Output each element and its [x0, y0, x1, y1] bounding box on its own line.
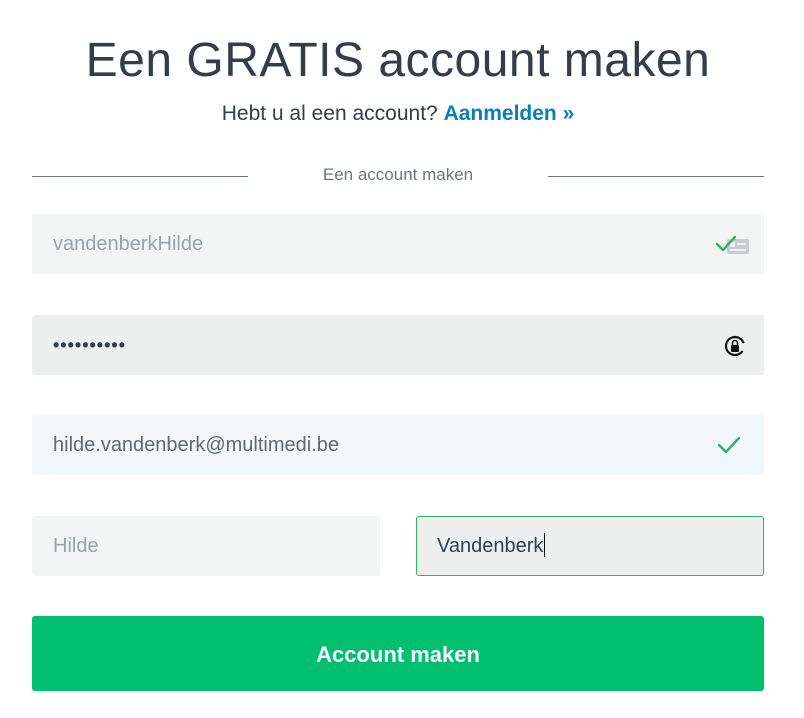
first-name-value: Hilde — [53, 535, 99, 557]
username-value: vandenberkHilde — [53, 233, 204, 255]
password-field[interactable]: •••••••••• — [32, 315, 764, 375]
divider-line-right — [548, 176, 764, 177]
last-name-value: Vandenberk — [437, 517, 546, 575]
email-field[interactable]: hilde.vandenberk@multimedi.be — [32, 415, 764, 475]
create-account-button[interactable]: Account maken — [32, 616, 764, 691]
email-value: hilde.vandenberk@multimedi.be — [53, 434, 340, 456]
text-caret — [544, 532, 546, 557]
check-icon — [717, 436, 741, 454]
lock-icon[interactable] — [723, 334, 747, 358]
last-name-field[interactable]: Vandenberk — [416, 516, 764, 576]
last-name-text: Vandenberk — [437, 535, 544, 557]
first-name-field[interactable]: Hilde — [32, 516, 380, 576]
section-divider: Een account maken — [32, 163, 764, 187]
password-value: •••••••••• — [53, 335, 127, 355]
divider-label: Een account maken — [322, 165, 474, 184]
page-title: Een GRATIS account maken — [85, 34, 711, 87]
login-prompt-text: Hebt u al een account? — [221, 102, 438, 125]
login-prompt: Hebt u al een account? Aanmelden » — [0, 100, 796, 128]
username-field[interactable]: vandenberkHilde — [32, 214, 764, 274]
signup-page: Een GRATIS account maken Hebt u al een a… — [0, 0, 804, 718]
login-link[interactable]: Aanmelden » — [444, 102, 575, 125]
check-icon — [715, 235, 737, 252]
